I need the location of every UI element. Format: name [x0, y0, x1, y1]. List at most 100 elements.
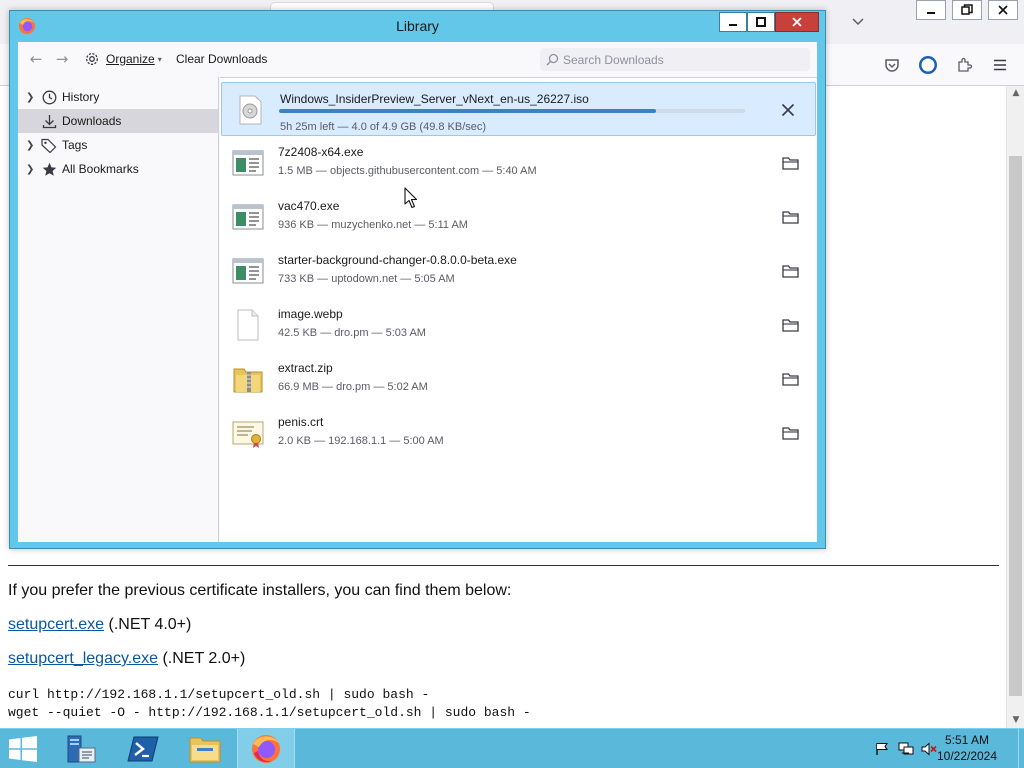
download-status: 42.5 KB — dro.pm — 5:03 AM [278, 327, 426, 339]
extensions-icon[interactable] [953, 54, 975, 76]
expand-arrow-icon[interactable]: ❯ [26, 164, 40, 175]
executable-icon [232, 258, 264, 284]
menu-icon[interactable] [989, 54, 1011, 76]
taskbar-clock[interactable]: 5:51 AM 10/22/2024 [932, 732, 1002, 764]
download-item[interactable]: 7z2408-x64.exe 1.5 MB — objects.githubus… [220, 136, 817, 190]
sidebar-item-label: Tags [62, 138, 88, 152]
page-text: If you prefer the previous certificate i… [8, 582, 512, 599]
open-folder-button[interactable] [779, 206, 801, 228]
open-folder-button[interactable] [779, 314, 801, 336]
minimize-icon [729, 24, 737, 26]
gear-icon [86, 53, 98, 65]
restore-button[interactable] [952, 0, 982, 20]
open-folder-button[interactable] [779, 368, 801, 390]
page-link-line: setupcert.exe (.NET 4.0+) [8, 616, 191, 634]
page-divider [8, 565, 999, 566]
search-downloads-field[interactable] [540, 48, 810, 71]
open-folder-button[interactable] [779, 260, 801, 282]
download-item[interactable]: penis.crt 2.0 KB — 192.168.1.1 — 5:00 AM [220, 406, 817, 460]
folder-icon [781, 265, 799, 278]
download-status: 1.5 MB — objects.githubusercontent.com —… [278, 165, 537, 177]
download-status: 936 KB — muzychenko.net — 5:11 AM [278, 219, 468, 231]
page-link-line: setupcert_legacy.exe (.NET 2.0+) [8, 650, 245, 668]
folder-icon [781, 373, 799, 386]
network-icon[interactable] [897, 740, 915, 758]
close-button[interactable] [988, 0, 1018, 20]
library-close-button[interactable] [775, 12, 819, 32]
download-icon [40, 113, 58, 129]
sidebar-item-downloads[interactable]: Downloads [18, 109, 218, 133]
zip-folder-icon [233, 368, 263, 393]
folder-icon [781, 211, 799, 224]
download-filename: starter-background-changer-0.8.0.0-beta.… [278, 253, 517, 267]
pocket-icon[interactable] [881, 54, 903, 76]
sidebar-item-label: History [62, 90, 100, 104]
page-scrollbar[interactable]: ▲ ▼ [1006, 86, 1024, 728]
file-explorer-icon [189, 737, 221, 763]
powershell-icon [127, 736, 159, 762]
link-suffix: (.NET 4.0+) [104, 616, 192, 633]
library-maximize-button[interactable] [747, 12, 775, 32]
library-client: ← → Organize ▾ Clear Downloads ❯ [18, 42, 817, 542]
maximize-icon [756, 17, 766, 27]
organize-button[interactable]: Organize ▾ [84, 49, 162, 69]
star-icon [40, 161, 58, 177]
clear-downloads-button[interactable]: Clear Downloads [176, 52, 267, 66]
download-progress-bar [279, 109, 745, 113]
firefox-taskbar-button[interactable] [237, 729, 295, 768]
scroll-down-icon[interactable]: ▼ [1007, 713, 1024, 727]
search-downloads-input[interactable] [563, 52, 793, 67]
library-window: Library ← → Organize ▾ Clear Downloads S… [9, 10, 826, 549]
library-toolbar: ← → Organize ▾ Clear Downloads [18, 42, 817, 76]
download-item[interactable]: Windows_InsiderPreview_Server_vNext_en-u… [221, 82, 816, 136]
progress-fill [279, 109, 657, 113]
scroll-up-icon[interactable]: ▲ [1007, 86, 1024, 100]
expand-arrow-icon[interactable]: ❯ [26, 92, 40, 103]
clock-date: 10/22/2024 [936, 749, 998, 763]
forward-arrow-icon[interactable]: → [52, 49, 72, 69]
library-minimize-button[interactable] [719, 12, 747, 32]
download-status: 66.9 MB — dro.pm — 5:02 AM [278, 381, 428, 393]
download-filename: vac470.exe [278, 199, 340, 213]
download-filename: image.webp [278, 307, 343, 321]
download-item[interactable]: extract.zip 66.9 MB — dro.pm — 5:02 AM [220, 352, 817, 406]
powershell-button[interactable] [114, 729, 172, 768]
setupcert-legacy-link[interactable]: setupcert_legacy.exe [8, 650, 158, 667]
flag-icon[interactable] [873, 740, 891, 758]
chevron-down-icon[interactable] [848, 12, 868, 32]
certificate-icon [232, 421, 264, 448]
restore-icon [961, 4, 973, 15]
disc-image-icon [239, 95, 262, 125]
download-filename: extract.zip [278, 361, 333, 375]
executable-icon [232, 204, 264, 230]
tag-icon [40, 137, 58, 153]
open-folder-button[interactable] [779, 422, 801, 444]
executable-icon [232, 150, 264, 176]
download-item[interactable]: vac470.exe 936 KB — muzychenko.net — 5:1… [220, 190, 817, 244]
close-icon [792, 17, 802, 27]
sidebar-item-label: All Bookmarks [62, 162, 139, 176]
sidebar-item-history[interactable]: ❯ History [18, 85, 218, 109]
library-titlebar[interactable]: Library [10, 11, 825, 41]
taskbar: 5:51 AM 10/22/2024 [0, 728, 1024, 768]
sidebar-item-all-bookmarks[interactable]: ❯ All Bookmarks [18, 157, 218, 181]
setupcert-link[interactable]: setupcert.exe [8, 616, 104, 633]
sidebar-item-label: Downloads [62, 114, 122, 128]
firefox-icon [252, 735, 280, 763]
scrollbar-thumb[interactable] [1009, 156, 1022, 696]
download-status: 2.0 KB — 192.168.1.1 — 5:00 AM [278, 435, 444, 447]
cancel-download-button[interactable] [777, 99, 799, 121]
sidebar-item-tags[interactable]: ❯ Tags [18, 133, 218, 157]
file-explorer-button[interactable] [176, 729, 234, 768]
download-item[interactable]: image.webp 42.5 KB — dro.pm — 5:03 AM [220, 298, 817, 352]
expand-arrow-icon[interactable]: ❯ [26, 140, 40, 151]
download-item[interactable]: starter-background-changer-0.8.0.0-beta.… [220, 244, 817, 298]
open-folder-button[interactable] [779, 152, 801, 174]
back-arrow-icon[interactable]: ← [26, 49, 46, 69]
show-desktop-button[interactable] [1018, 729, 1024, 768]
windows-start-icon[interactable] [8, 736, 38, 762]
minimize-button[interactable] [916, 0, 946, 20]
server-manager-button[interactable] [52, 729, 110, 768]
folder-icon [781, 319, 799, 332]
account-icon[interactable] [917, 54, 939, 76]
